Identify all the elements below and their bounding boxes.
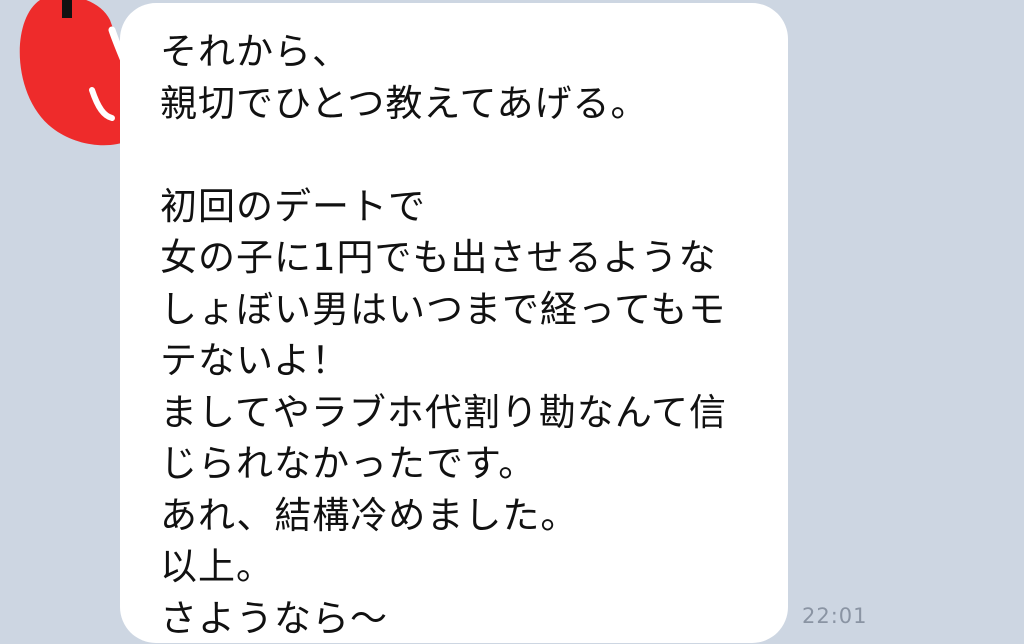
message-timestamp: 22:01 bbox=[802, 604, 868, 628]
message-line: テないよ！ bbox=[160, 335, 770, 387]
message-line: じられなかったです。 bbox=[160, 438, 770, 490]
message-line: 親切でひとつ教えてあげる。 bbox=[160, 78, 770, 130]
message-line: あれ、結構冷めました。 bbox=[160, 490, 770, 542]
message-line: それから、 bbox=[160, 26, 770, 78]
message-line: さようなら〜 bbox=[160, 593, 770, 644]
message-line: 初回のデートで bbox=[160, 181, 770, 233]
message-line bbox=[160, 129, 770, 181]
chat-area[interactable]: それから、 親切でひとつ教えてあげる。 初回のデートで 女の子に1円でも出させる… bbox=[0, 0, 1024, 628]
message-line: 女の子に1円でも出させるような bbox=[160, 232, 770, 284]
message-text: それから、 親切でひとつ教えてあげる。 初回のデートで 女の子に1円でも出させる… bbox=[160, 26, 770, 644]
message-line: しょぼい男はいつまで経ってもモ bbox=[160, 284, 770, 336]
message-line: 以上。 bbox=[160, 541, 770, 593]
message-line: ましてやラブホ代割り勘なんて信 bbox=[160, 387, 770, 439]
